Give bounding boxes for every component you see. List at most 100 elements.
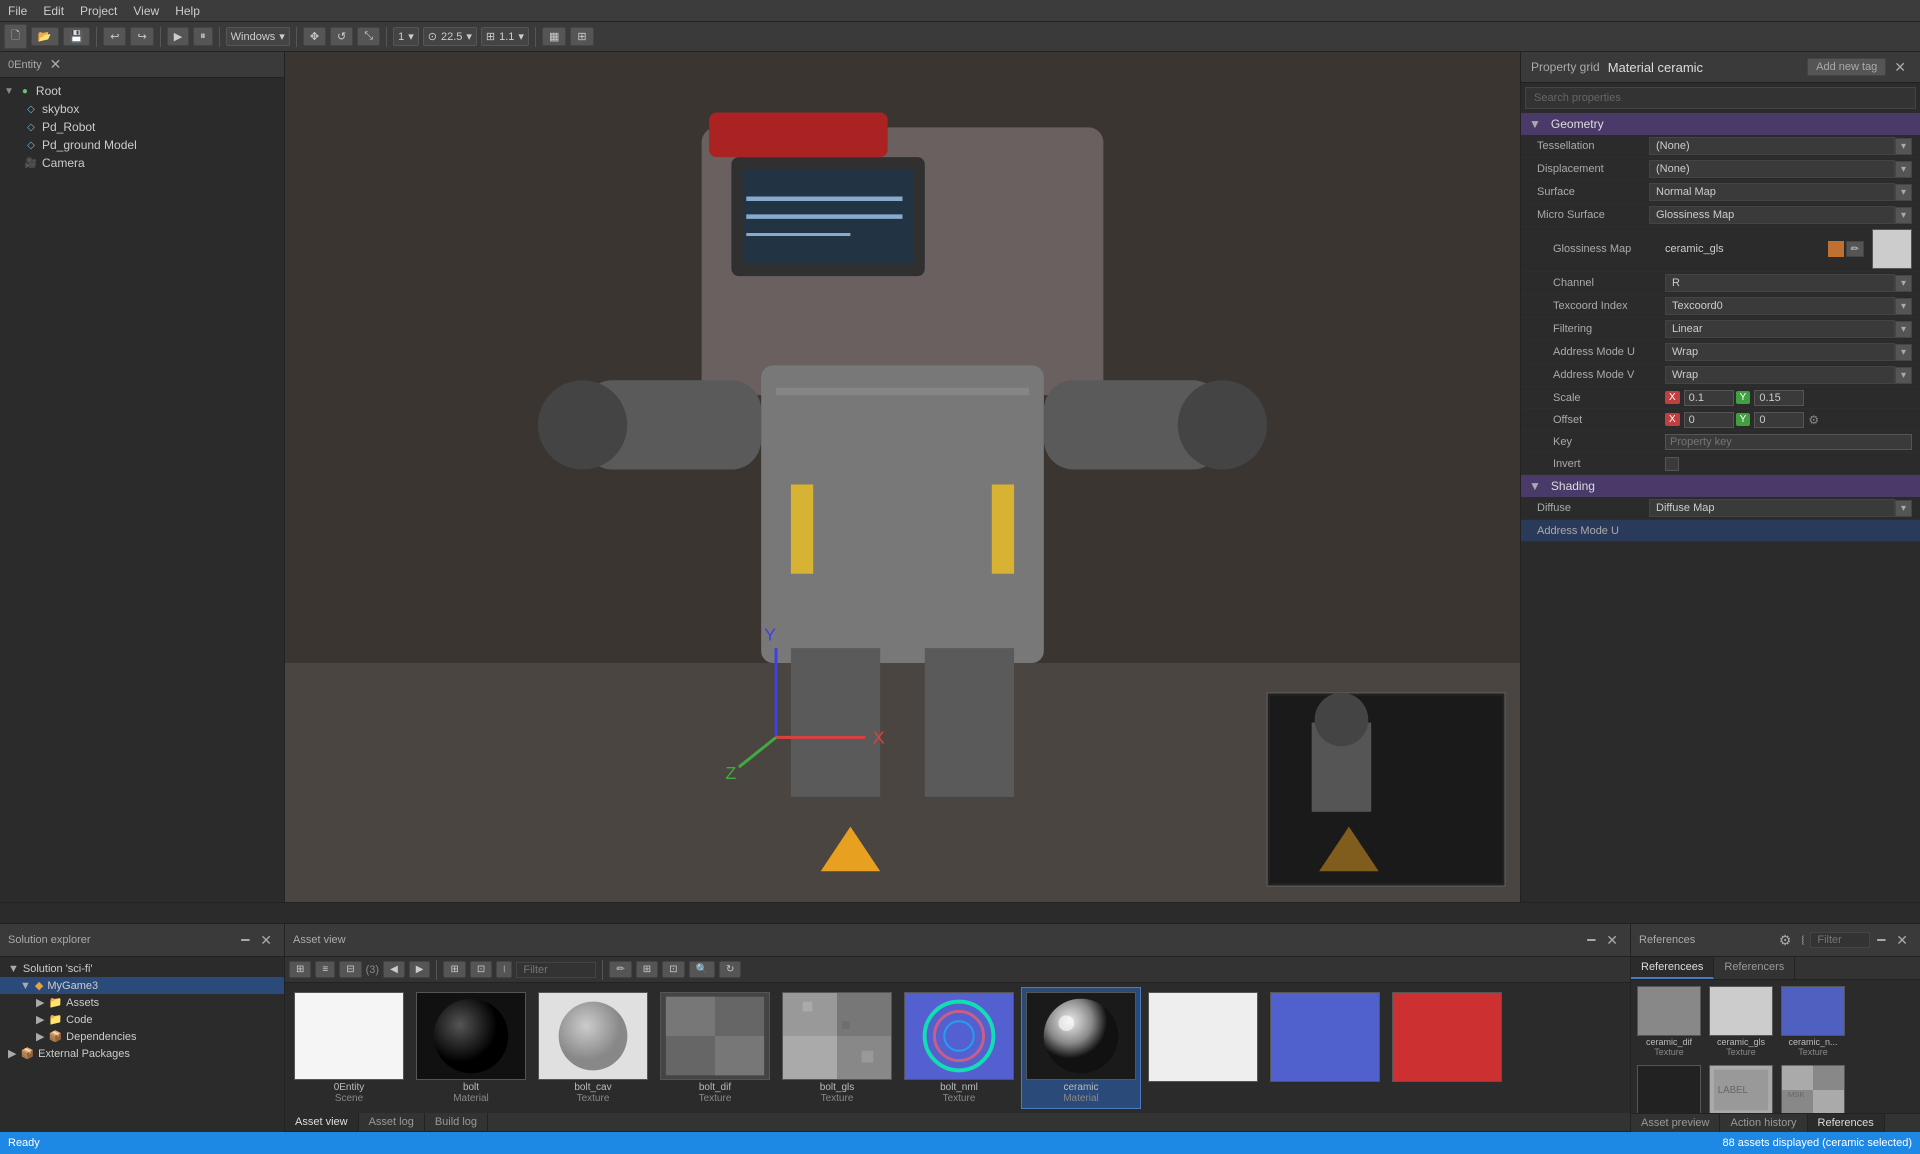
glossiness-edit-btn[interactable]: ✏ (1846, 241, 1864, 257)
sol-item-deps[interactable]: ▶ 📦 Dependencies (0, 1028, 284, 1045)
tab-references[interactable]: References (1808, 1114, 1885, 1132)
windows-dropdown[interactable]: Windows ▾ (226, 27, 290, 46)
sol-item-assets[interactable]: ▶ 📁 Assets (0, 994, 284, 1011)
entity-panel-close[interactable]: ✕ (46, 56, 66, 73)
ref-filter-btn[interactable]: ⧙ (1797, 932, 1808, 949)
menu-help[interactable]: Help (175, 4, 200, 18)
solution-close-btn[interactable]: ✕ (256, 932, 276, 949)
add-tag-button[interactable]: Add new tag (1807, 58, 1886, 76)
robot-viewport[interactable]: X Y Z (285, 52, 1520, 902)
asset-item-bolt-gls[interactable]: bolt_gls Texture (777, 987, 897, 1109)
zoom-dropdown[interactable]: ⊙ 22.5 ▾ (423, 27, 477, 46)
tree-item-ground[interactable]: ◇ Pd_ground Model (0, 136, 284, 154)
ref-item-ceramic-gls[interactable]: ceramic_gls Texture (1707, 984, 1775, 1059)
shading-section-header[interactable]: ▼ Shading (1521, 475, 1920, 497)
tree-item-skybox[interactable]: ◇ skybox (0, 100, 284, 118)
ref-item-ceramic-dif[interactable]: ceramic_dif Texture (1635, 984, 1703, 1059)
surface-dropdown-arrow[interactable]: ▾ (1895, 184, 1912, 201)
asset-back-btn[interactable]: ◀ (383, 961, 405, 978)
ref-settings-btn[interactable]: ⚙ (1775, 932, 1796, 949)
tab-asset-preview[interactable]: Asset preview (1631, 1114, 1720, 1132)
asset-item-more2[interactable] (1265, 987, 1385, 1109)
menu-view[interactable]: View (133, 4, 159, 18)
ref-filter-input[interactable] (1810, 932, 1870, 948)
sol-item-external[interactable]: ▶ 📦 External Packages (0, 1045, 284, 1062)
solution-collapse-btn[interactable]: 🗕 (236, 928, 254, 952)
filtering-dropdown-arrow[interactable]: ▾ (1895, 321, 1912, 338)
tab-asset-log[interactable]: Asset log (359, 1113, 425, 1131)
ref-close-btn[interactable]: ✕ (1892, 932, 1912, 949)
offset-y-input[interactable] (1754, 412, 1804, 428)
toolbar-undo[interactable]: ↩ (103, 27, 126, 46)
ref-item-ceramic-n[interactable]: ceramic_n... Texture (1779, 984, 1847, 1059)
diffuse-dropdown-arrow[interactable]: ▾ (1895, 500, 1912, 517)
toolbar-play[interactable]: ▶ (167, 27, 189, 46)
asset-view-btn-2[interactable]: ≡ (315, 961, 335, 978)
key-input[interactable] (1665, 434, 1912, 450)
toolbar-rotate[interactable]: ↺ (330, 27, 353, 46)
asset-filter-btn[interactable]: ⧙ (496, 961, 512, 978)
asset-view-btn-1[interactable]: ⊞ (289, 961, 311, 978)
geometry-section-header[interactable]: ▼ Geometry (1521, 113, 1920, 135)
toolbar-pause[interactable]: ⏸ (193, 27, 213, 46)
offset-gear-btn[interactable]: ⚙ (1806, 413, 1821, 427)
tab-action-history[interactable]: Action history (1720, 1114, 1807, 1132)
asset-item-bolt-dif[interactable]: bolt_dif Texture (655, 987, 775, 1109)
asset-close-btn[interactable]: ✕ (1602, 932, 1622, 949)
toolbar-open[interactable]: 📂 (31, 27, 59, 46)
expand-arrow-root[interactable]: ▼ (4, 86, 14, 97)
sol-item-solution[interactable]: ▼ Solution 'sci-fi' (0, 961, 284, 977)
toolbar-grid[interactable]: ▦ (542, 27, 566, 46)
asset-edit-btn[interactable]: ✏ (609, 961, 631, 978)
menu-file[interactable]: File (8, 4, 27, 18)
scale-x-input[interactable] (1684, 390, 1734, 406)
sol-item-code[interactable]: ▶ 📁 Code (0, 1011, 284, 1028)
property-grid-close[interactable]: ✕ (1890, 59, 1910, 76)
tree-item-root[interactable]: ▼ ● Root (0, 82, 284, 100)
asset-list-btn-2[interactable]: ⊡ (662, 961, 684, 978)
asset-item-more1[interactable] (1143, 987, 1263, 1109)
toolbar-save[interactable]: 💾 (63, 27, 91, 46)
ref-item-label2-dif[interactable]: LABEL label2_dif Texture (1707, 1063, 1775, 1113)
toolbar-redo[interactable]: ↪ (130, 27, 153, 46)
tree-item-robot[interactable]: ◇ Pd_Robot (0, 118, 284, 136)
address-u-dropdown-arrow[interactable]: ▾ (1895, 344, 1912, 361)
asset-item-bolt-cav[interactable]: bolt_cav Texture (533, 987, 653, 1109)
offset-x-input[interactable] (1684, 412, 1734, 428)
scale-dropdown[interactable]: ⊞ 1.1 ▾ (481, 27, 529, 46)
tessellation-dropdown-arrow[interactable]: ▾ (1895, 138, 1912, 155)
tab-asset-view[interactable]: Asset view (285, 1113, 359, 1131)
asset-view-btn-3[interactable]: ⊟ (339, 961, 361, 978)
texcoord-dropdown-arrow[interactable]: ▾ (1895, 298, 1912, 315)
toolbar-move[interactable]: ✥ (303, 27, 326, 46)
toolbar-scale[interactable]: ⤡ (357, 27, 380, 46)
tab-referencers[interactable]: Referencers (1714, 957, 1795, 979)
channel-dropdown-arrow[interactable]: ▾ (1895, 275, 1912, 292)
asset-list-btn-1[interactable]: ⊞ (636, 961, 658, 978)
micro-surface-dropdown-arrow[interactable]: ▾ (1895, 207, 1912, 224)
asset-forward-btn[interactable]: ▶ (409, 961, 431, 978)
asset-item-0entity[interactable]: 0Entity Scene (289, 987, 409, 1109)
asset-filter-input[interactable] (516, 962, 596, 978)
asset-item-bolt-nml[interactable]: bolt_nml Texture (899, 987, 1019, 1109)
menu-edit[interactable]: Edit (43, 4, 64, 18)
asset-item-ceramic[interactable]: ceramic Material (1021, 987, 1141, 1109)
ref-item-label2-msk[interactable]: MSK label2_msk Texture (1779, 1063, 1847, 1113)
asset-layout-btn-2[interactable]: ⊡ (470, 961, 492, 978)
ref-item-common[interactable]: common_... Texture (1635, 1063, 1703, 1113)
toolbar-snap[interactable]: ⊞ (570, 27, 593, 46)
scale-y-input[interactable] (1754, 390, 1804, 406)
tree-item-camera[interactable]: 🎥 Camera (0, 154, 284, 172)
invert-checkbox[interactable] (1665, 457, 1679, 471)
tab-referencees[interactable]: Referencees (1631, 957, 1714, 979)
toolbar-new[interactable]: 🗋 (4, 24, 27, 49)
sol-item-mygame[interactable]: ▼ ◆ MyGame3 (0, 977, 284, 994)
tab-build-log[interactable]: Build log (425, 1113, 488, 1131)
ref-collapse-btn[interactable]: 🗕 (1872, 928, 1890, 952)
asset-layout-btn-1[interactable]: ⊞ (443, 961, 465, 978)
address-v-dropdown-arrow[interactable]: ▾ (1895, 367, 1912, 384)
displacement-dropdown-arrow[interactable]: ▾ (1895, 161, 1912, 178)
asset-item-more3[interactable] (1387, 987, 1507, 1109)
asset-item-bolt[interactable]: bolt Material (411, 987, 531, 1109)
asset-collapse-btn[interactable]: 🗕 (1582, 928, 1600, 952)
